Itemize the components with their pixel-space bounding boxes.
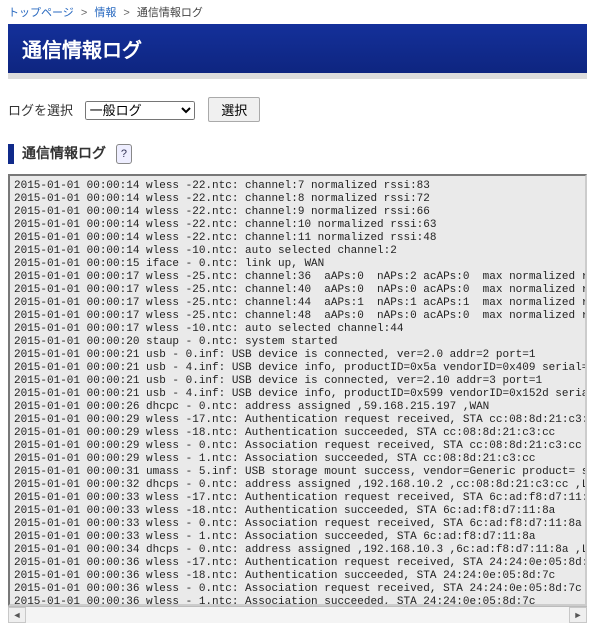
breadcrumb-current: 通信情報ログ xyxy=(137,7,203,19)
help-icon[interactable]: ? xyxy=(116,144,132,164)
log-select-label: ログを選択 xyxy=(8,103,73,118)
log-select[interactable]: 一般ログ xyxy=(85,101,195,120)
page-title: 通信情報ログ xyxy=(8,24,587,79)
breadcrumb-top[interactable]: トップページ xyxy=(8,7,74,19)
horizontal-scrollbar[interactable]: ◄ ► xyxy=(8,606,587,623)
log-output[interactable]: 2015-01-01 00:00:14 wless -22.ntc: chann… xyxy=(8,174,587,606)
breadcrumb-info[interactable]: 情報 xyxy=(94,7,116,19)
scroll-left-icon[interactable]: ◄ xyxy=(8,607,26,623)
section-heading: 通信情報ログ ? xyxy=(8,144,587,164)
log-selector-row: ログを選択 一般ログ 選択 xyxy=(8,97,587,122)
section-heading-text: 通信情報ログ xyxy=(22,145,106,161)
breadcrumb-sep-1: > xyxy=(81,7,87,19)
breadcrumb-sep-2: > xyxy=(123,7,129,19)
scroll-right-icon[interactable]: ► xyxy=(569,607,587,623)
select-button[interactable]: 選択 xyxy=(208,97,260,122)
scrollbar-track[interactable] xyxy=(26,608,569,622)
breadcrumb: トップページ > 情報 > 通信情報ログ xyxy=(8,4,587,20)
